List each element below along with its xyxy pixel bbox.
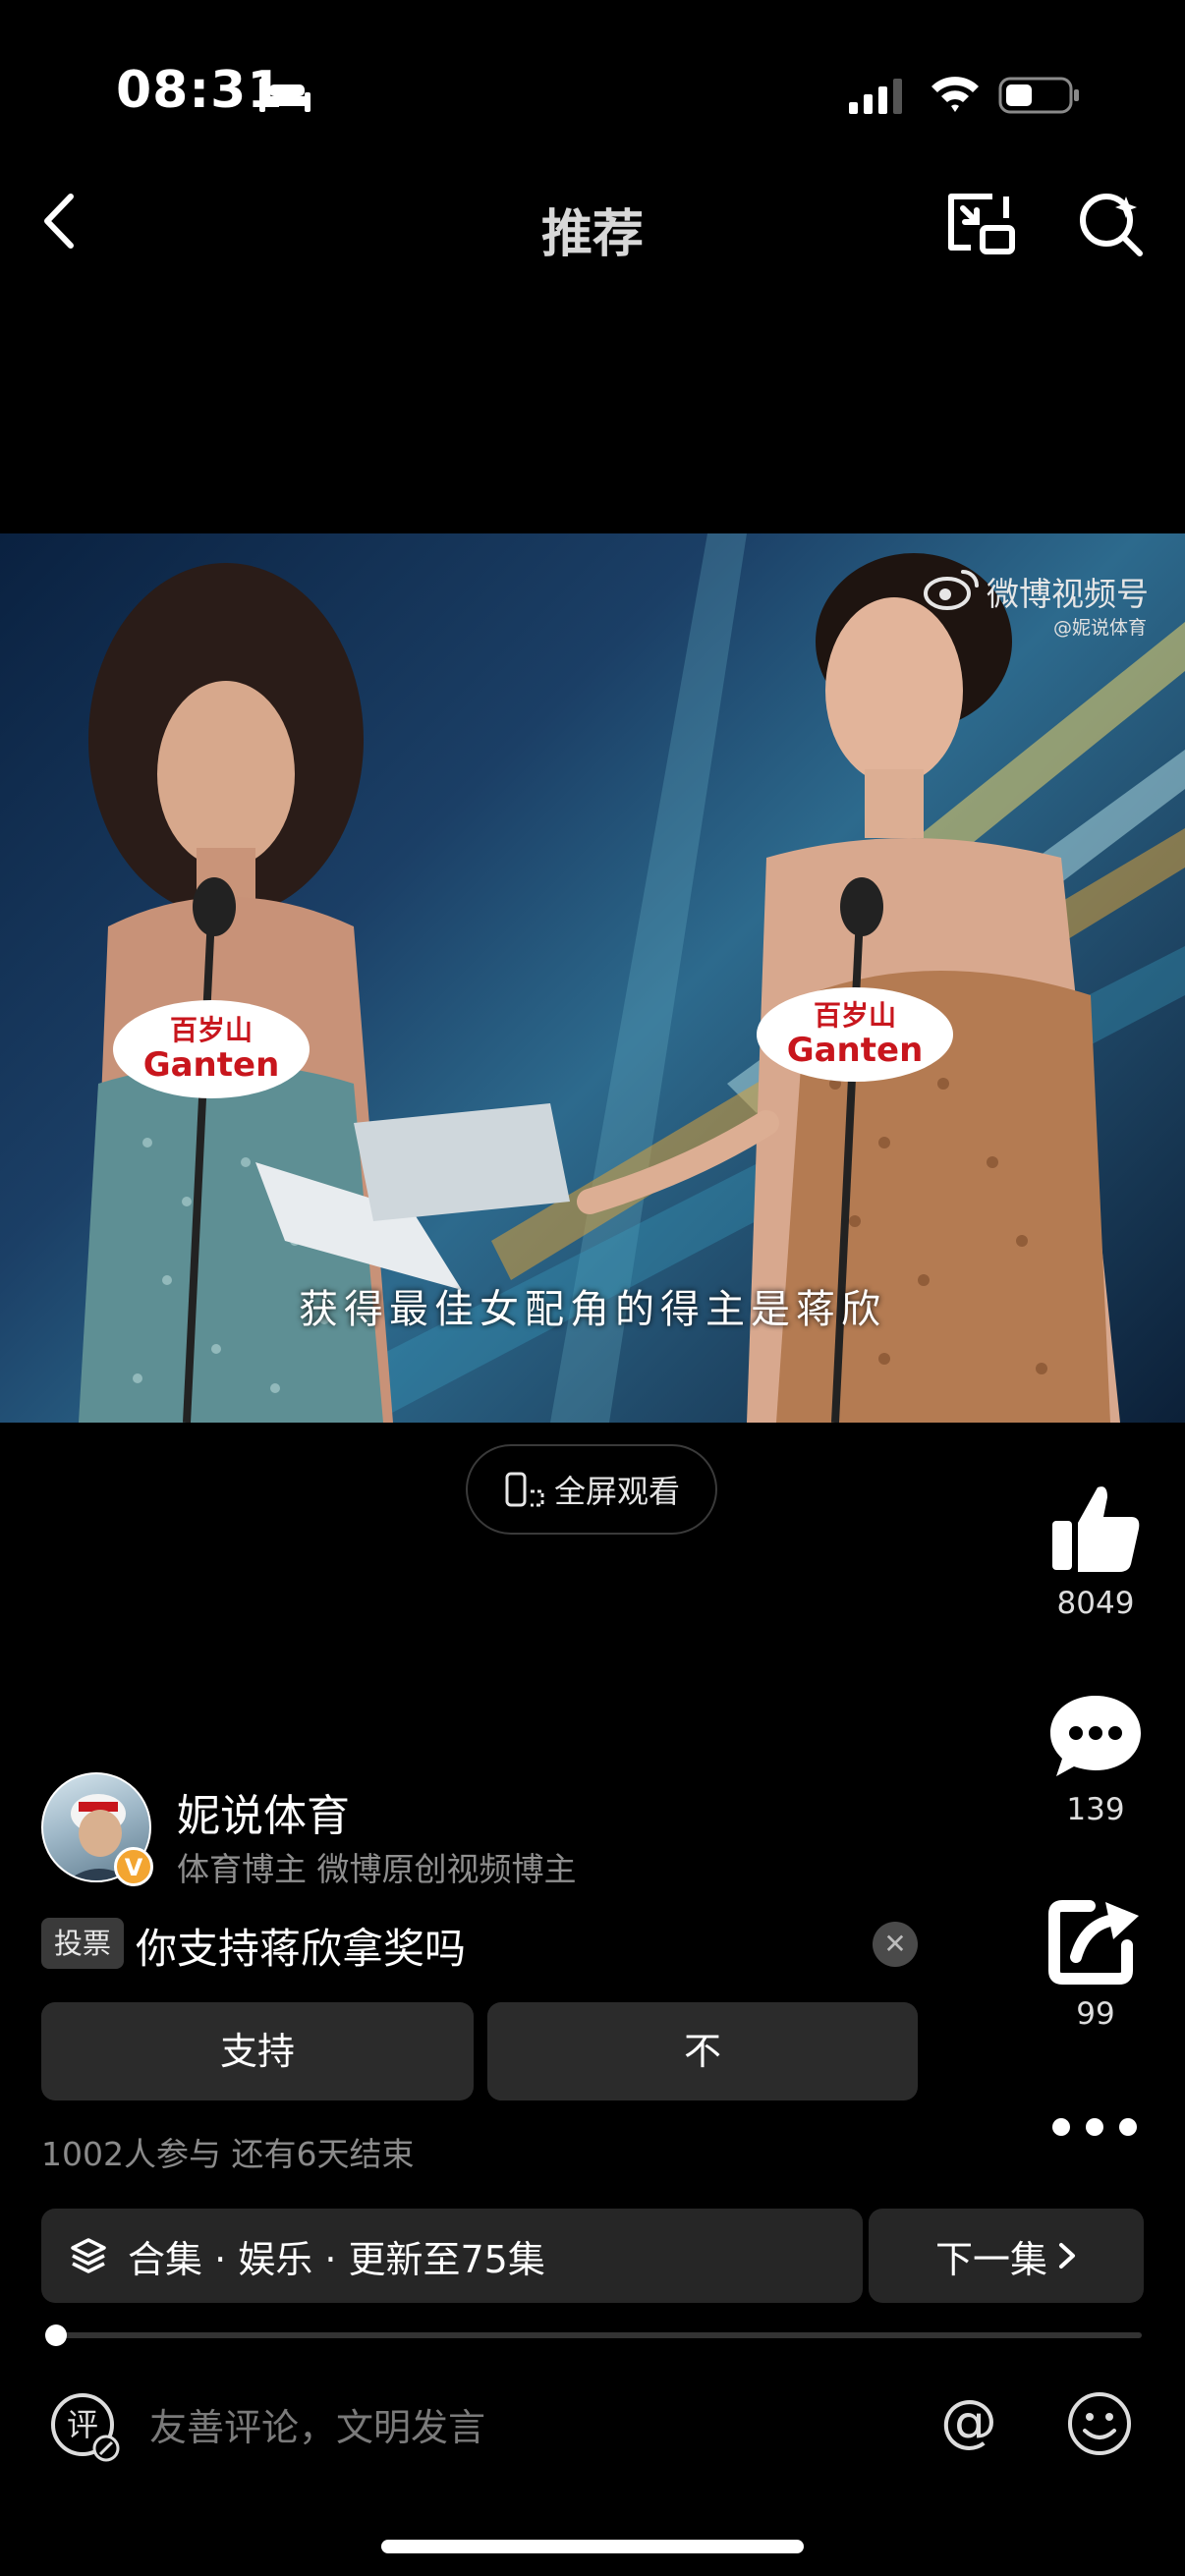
comment-bubble-icon bbox=[1050, 1696, 1141, 1776]
progress-knob[interactable] bbox=[45, 2324, 67, 2346]
collection-button[interactable]: 合集 · 娱乐 · 更新至75集 bbox=[41, 2209, 863, 2303]
comment-input[interactable]: 友善评论，文明发言 bbox=[149, 2397, 485, 2451]
weibo-logo-icon bbox=[924, 570, 979, 610]
home-indicator[interactable] bbox=[381, 2540, 804, 2553]
chevron-right-icon bbox=[1059, 2243, 1075, 2268]
verified-badge: V bbox=[114, 1847, 153, 1886]
next-episode-button[interactable]: 下一集 bbox=[869, 2209, 1144, 2303]
podium-brand-top-right: 百岁山 bbox=[814, 999, 896, 1032]
vote-meta: 1002人参与 还有6天结束 bbox=[41, 2135, 415, 2173]
svg-text:评: 评 bbox=[67, 2406, 98, 2443]
vote-option-support[interactable]: 支持 bbox=[41, 2002, 474, 2100]
watermark-text: 微博视频号 bbox=[987, 575, 1149, 613]
collection-label: 合集 · 娱乐 · 更新至75集 bbox=[128, 2237, 545, 2281]
vote-question: 你支持蒋欣拿奖吗 bbox=[136, 1925, 467, 1973]
vote-option-no[interactable]: 不 bbox=[487, 2002, 918, 2100]
podium-brand-bottom-left: Ganten bbox=[143, 1045, 280, 1085]
fullscreen-button[interactable]: 全屏观看 bbox=[466, 1444, 717, 1535]
comment-action[interactable]: 139 bbox=[1042, 1688, 1150, 1827]
fullscreen-label: 全屏观看 bbox=[553, 1473, 680, 1510]
rotate-phone-icon bbox=[505, 1472, 544, 1507]
like-action[interactable]: 8049 bbox=[1042, 1482, 1150, 1621]
video-subtitle: 获得最佳女配角的得主是蒋欣 bbox=[299, 1287, 886, 1332]
more-options-icon[interactable] bbox=[1047, 2112, 1142, 2142]
mention-at-icon[interactable]: @ bbox=[935, 2389, 1002, 2456]
podium-brand-bottom-right: Ganten bbox=[787, 1031, 924, 1070]
vote-close-button[interactable]: ✕ bbox=[873, 1922, 918, 1967]
comment-count: 139 bbox=[1066, 1792, 1125, 1827]
wifi-icon bbox=[931, 77, 979, 112]
cellular-signal-icon bbox=[849, 79, 902, 114]
share-action[interactable]: 99 bbox=[1042, 1892, 1150, 2032]
comment-edit-icon[interactable]: 评 bbox=[47, 2389, 122, 2464]
author-name[interactable]: 妮说体育 bbox=[177, 1780, 350, 1843]
layers-icon bbox=[71, 2238, 106, 2273]
svg-text:@: @ bbox=[940, 2389, 997, 2454]
share-count: 99 bbox=[1076, 1996, 1115, 2032]
progress-track[interactable] bbox=[51, 2332, 1142, 2338]
share-icon bbox=[1048, 1900, 1139, 1985]
podium-brand-top-left: 百岁山 bbox=[170, 1014, 253, 1046]
picture-in-picture-button[interactable] bbox=[943, 189, 1018, 257]
battery-icon bbox=[998, 77, 1079, 114]
watermark-handle: @妮说体育 bbox=[1053, 617, 1148, 639]
sleep-focus-icon bbox=[259, 79, 310, 112]
vote-tag: 投票 bbox=[41, 1918, 124, 1969]
emoji-icon[interactable] bbox=[1065, 2389, 1134, 2458]
thumbs-up-icon bbox=[1052, 1486, 1140, 1572]
author-description: 体育博主 微博原创视频博主 bbox=[177, 1850, 577, 1888]
close-icon: ✕ bbox=[883, 1928, 907, 1960]
next-episode-label: 下一集 bbox=[934, 2237, 1047, 2281]
search-button[interactable] bbox=[1075, 189, 1148, 257]
like-count: 8049 bbox=[1056, 1586, 1135, 1621]
